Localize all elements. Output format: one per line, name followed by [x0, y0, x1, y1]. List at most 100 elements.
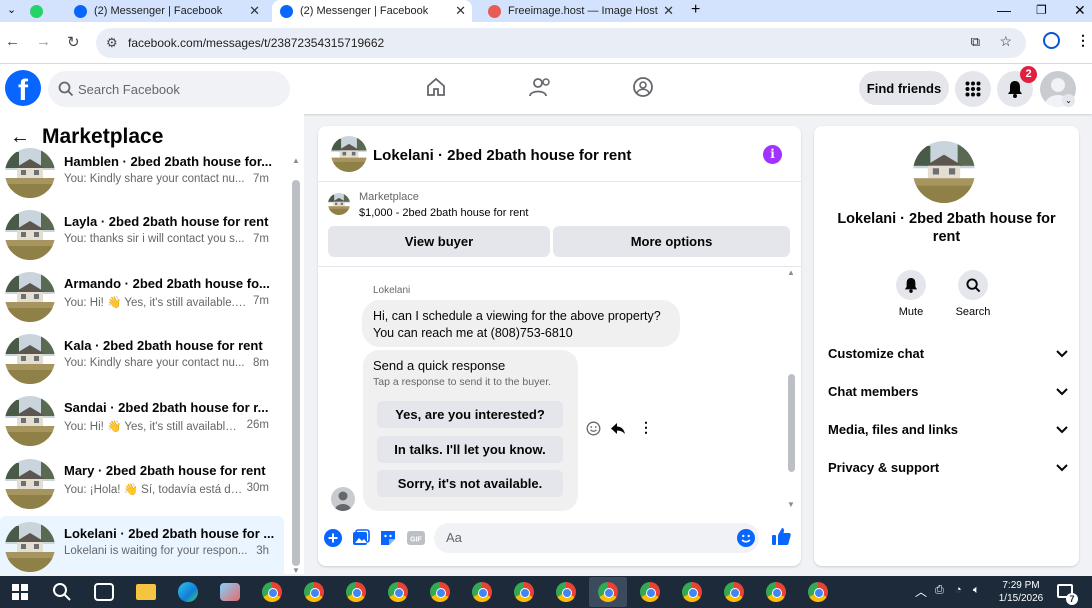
browser-menu-icon[interactable]: ⋮ — [1076, 32, 1090, 49]
account-chevron-icon[interactable]: ⌄ — [1062, 94, 1075, 107]
list-item[interactable]: Mary · 2bed 2bath house for rent You: ¡H… — [0, 453, 284, 515]
forward-arrow-icon[interactable]: → — [36, 33, 51, 50]
chrome-profile-icon-active[interactable] — [598, 582, 618, 602]
search-icon[interactable] — [52, 582, 72, 602]
meet-now-icon[interactable]: ⎙ — [935, 584, 944, 597]
like-thumb-icon[interactable] — [771, 526, 792, 547]
mute-button[interactable]: Mute — [881, 270, 941, 318]
chrome-profile-icon[interactable] — [472, 582, 492, 602]
groups-icon[interactable] — [632, 76, 654, 98]
chat-scrollbar[interactable] — [788, 374, 795, 472]
list-item[interactable]: Layla · 2bed 2bath house for rent You: t… — [0, 204, 284, 266]
chrome-profile-icon[interactable] — [766, 582, 786, 602]
back-arrow-icon[interactable]: ← — [10, 126, 30, 149]
file-explorer-icon[interactable] — [136, 584, 156, 600]
site-settings-icon[interactable]: ⚙ — [106, 35, 118, 51]
close-tab-icon[interactable]: ✕ — [249, 3, 260, 19]
chat-avatar[interactable] — [331, 136, 367, 172]
chevron-down-icon — [1056, 425, 1068, 433]
chrome-profile-icon[interactable] — [304, 582, 324, 602]
search-in-chat-button[interactable]: Search — [943, 270, 1003, 318]
chrome-profile-icon[interactable] — [808, 582, 828, 602]
mute-label: Mute — [898, 306, 924, 318]
message-line: Hi, can I schedule a viewing for the abo… — [373, 309, 661, 323]
restore-window-button[interactable]: ❐ — [1036, 3, 1047, 17]
more-actions-icon[interactable]: ⋮ — [639, 419, 653, 436]
volume-icon[interactable]: 🔈︎ — [973, 584, 980, 597]
plus-icon[interactable] — [324, 529, 342, 547]
chrome-profile-icon[interactable] — [346, 582, 366, 602]
photo-icon[interactable] — [352, 529, 370, 547]
chat-members-section[interactable]: Chat members — [828, 384, 1068, 399]
address-bar[interactable]: ⚙ facebook.com/messages/t/23872354315719… — [96, 28, 1026, 58]
close-tab-icon[interactable]: ✕ — [455, 3, 466, 19]
tab-freeimage[interactable]: Freeimage.host — Image Hosti ✕ — [480, 0, 680, 22]
chrome-profile-icon[interactable] — [556, 582, 576, 602]
view-buyer-button[interactable]: View buyer — [328, 226, 550, 257]
scroll-down-arrow-icon[interactable]: ▼ — [787, 500, 795, 509]
close-tab-icon[interactable]: ✕ — [663, 3, 674, 19]
quick-reply-button[interactable]: Sorry, it's not available. — [377, 470, 563, 497]
chrome-profile-icon[interactable] — [388, 582, 408, 602]
friends-icon[interactable] — [528, 76, 552, 98]
chrome-profile-icon[interactable] — [724, 582, 744, 602]
tab-messenger-1[interactable]: (2) Messenger | Facebook ✕ — [66, 0, 266, 22]
page-title: Marketplace — [42, 125, 164, 148]
back-arrow-icon[interactable]: ← — [5, 33, 20, 50]
scroll-down-arrow-icon[interactable]: ▼ — [292, 566, 300, 574]
customize-chat-section[interactable]: Customize chat — [828, 346, 1068, 361]
facebook-logo-icon[interactable]: f — [5, 70, 41, 106]
chat-title[interactable]: Lokelani · 2bed 2bath house for rent — [373, 147, 631, 164]
chrome-profile-icon[interactable] — [640, 582, 660, 602]
scroll-up-arrow-icon[interactable]: ▲ — [787, 268, 795, 277]
app-icon[interactable] — [220, 583, 240, 601]
find-friends-button[interactable]: Find friends — [859, 71, 949, 105]
edge-icon[interactable] — [178, 582, 198, 602]
list-item[interactable]: Sandai · 2bed 2bath house for r... You: … — [0, 390, 284, 452]
chrome-profile-icon[interactable] — [514, 582, 534, 602]
chrome-icon[interactable] — [262, 582, 282, 602]
list-item[interactable]: Hamblen · 2bed 2bath house for... You: K… — [0, 148, 284, 198]
tab-search-chevron-icon[interactable]: ⌄ — [7, 3, 16, 16]
sidebar-scrollbar[interactable] — [292, 180, 300, 566]
emoji-icon[interactable] — [737, 529, 755, 547]
incoming-message[interactable]: Hi, can I schedule a viewing for the abo… — [362, 300, 680, 347]
search-input[interactable]: Search Facebook — [48, 71, 290, 107]
privacy-support-section[interactable]: Privacy & support — [828, 460, 1068, 475]
close-window-button[interactable]: ✕ — [1074, 2, 1086, 19]
conversation-snippet: Lokelani is waiting for your respon... 3h — [64, 545, 269, 557]
reload-icon[interactable]: ↻ — [67, 33, 80, 51]
list-item-selected[interactable]: Lokelani · 2bed 2bath house for ... Loke… — [0, 516, 284, 574]
sticker-icon[interactable] — [379, 529, 397, 547]
new-tab-button[interactable]: + — [691, 1, 700, 19]
tab-messenger-2[interactable]: (2) Messenger | Facebook ✕ — [272, 0, 472, 22]
tab-whatsapp[interactable] — [30, 0, 60, 22]
task-view-icon[interactable] — [94, 583, 114, 601]
scroll-up-arrow-icon[interactable]: ▲ — [292, 156, 300, 165]
chrome-profile-icon[interactable] — [430, 582, 450, 602]
list-item[interactable]: Armando · 2bed 2bath house fo... You: Hi… — [0, 266, 284, 328]
quick-reply-button[interactable]: Yes, are you interested? — [377, 401, 563, 428]
bookmark-star-icon[interactable]: ☆ — [999, 33, 1012, 50]
windows-start-icon[interactable] — [12, 584, 28, 600]
system-clock[interactable]: 7:29 PM 1/15/2026 — [992, 579, 1050, 605]
media-files-links-section[interactable]: Media, files and links — [828, 422, 1068, 437]
install-app-icon[interactable]: ⧉ — [971, 34, 980, 50]
chrome-profile-icon[interactable] — [682, 582, 702, 602]
wifi-icon[interactable]: ◔ — [955, 584, 962, 596]
profile-icon[interactable] — [1043, 32, 1060, 49]
quick-reply-button[interactable]: In talks. I'll let you know. — [377, 436, 563, 463]
gif-icon[interactable]: GIF — [406, 529, 426, 547]
list-item[interactable]: Kala · 2bed 2bath house for rent You: Ki… — [0, 328, 284, 390]
message-input[interactable]: Aa — [434, 523, 759, 553]
reply-icon[interactable] — [610, 421, 626, 436]
home-icon[interactable] — [425, 76, 447, 98]
menu-grid-button[interactable] — [955, 71, 991, 107]
tray-chevron-icon[interactable]: ︿ — [915, 583, 927, 600]
more-options-button[interactable]: More options — [553, 226, 790, 257]
minimize-window-button[interactable]: — — [997, 2, 1011, 18]
listing-price[interactable]: $1,000 - 2bed 2bath house for rent — [359, 207, 528, 219]
windows-taskbar: ︿ ⎙ ◔ 🔈︎ 7:29 PM 1/15/2026 7 — [0, 576, 1092, 608]
info-icon[interactable]: i — [763, 145, 782, 164]
react-emoji-icon[interactable] — [586, 421, 601, 436]
